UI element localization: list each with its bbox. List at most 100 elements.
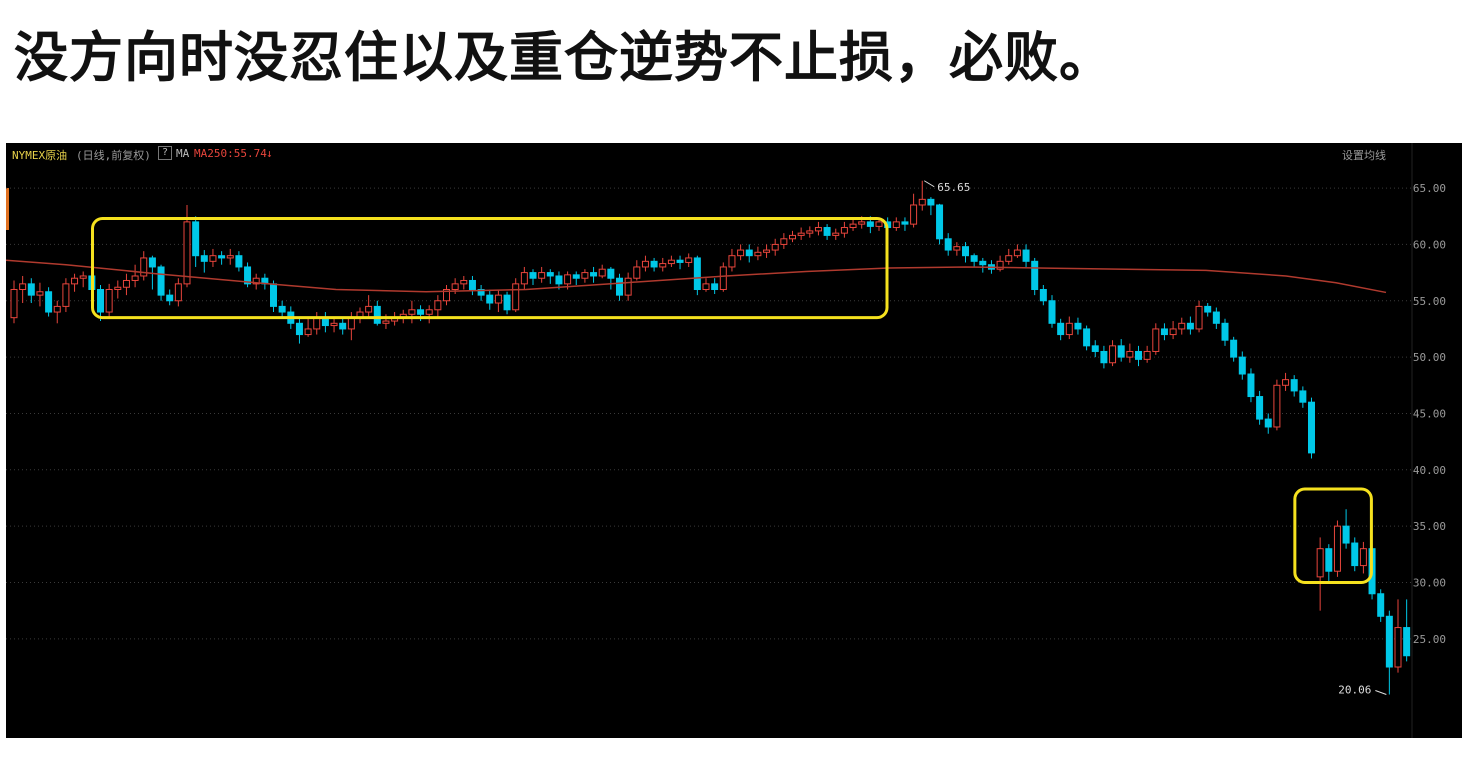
candle-up: [789, 234, 796, 240]
candle-up: [1282, 379, 1290, 386]
candle-up: [737, 249, 745, 257]
candle-down: [529, 272, 537, 279]
y-tick-label: 25.00: [1413, 633, 1446, 646]
candle-down: [546, 272, 554, 277]
candle-up: [114, 286, 122, 290]
candle-up: [79, 275, 87, 279]
y-tick-label: 35.00: [1413, 520, 1446, 533]
candle-down: [1117, 345, 1125, 358]
candle-down: [148, 257, 156, 268]
candle-down: [823, 227, 831, 236]
candle-up: [71, 277, 79, 285]
candle-up: [598, 268, 606, 277]
y-tick-label: 50.00: [1413, 351, 1446, 364]
candle-down: [1264, 418, 1272, 428]
candle-up: [667, 259, 675, 265]
min-pointer: [1375, 690, 1387, 695]
set-ma-button[interactable]: 设置均线: [1342, 147, 1386, 163]
candle-down: [944, 238, 952, 251]
candle-up: [408, 309, 416, 315]
candle-up: [892, 221, 900, 229]
candle-up: [512, 283, 520, 311]
candle-up: [520, 272, 528, 285]
candle-up: [434, 300, 442, 311]
candle-up: [797, 232, 805, 236]
candle-up: [581, 272, 589, 279]
candle-up: [19, 283, 27, 290]
candle-down: [278, 305, 286, 313]
candle-up: [832, 232, 840, 236]
candle-up: [754, 251, 762, 257]
help-icon[interactable]: ?: [158, 146, 173, 160]
candle-down: [97, 288, 104, 313]
candle-up: [685, 257, 693, 263]
candle-down: [468, 279, 476, 290]
candle-up: [728, 255, 736, 268]
candle-up: [53, 305, 61, 313]
candle-down: [1204, 305, 1212, 313]
candle-up: [122, 279, 130, 288]
period-mode-label[interactable]: (日线,前复权): [76, 147, 151, 163]
candle-down: [1403, 627, 1411, 657]
candle-up: [702, 283, 710, 290]
candle-up: [1273, 384, 1281, 428]
candle-up: [1359, 548, 1367, 567]
candle-up: [382, 320, 390, 324]
candle-up: [174, 283, 182, 302]
candle-down: [339, 322, 347, 330]
candle-up: [806, 230, 814, 234]
candle-up: [1169, 328, 1177, 336]
candle-down: [373, 305, 381, 324]
ma250-value: MA250:55.74: [194, 147, 267, 160]
candle-down: [200, 255, 208, 262]
candle-down: [590, 272, 598, 277]
candle-down: [1212, 311, 1220, 324]
indicator-status-bar: [6, 738, 1462, 760]
candle-down: [192, 221, 200, 257]
candle-down: [607, 268, 615, 279]
candle-down: [1091, 345, 1099, 352]
candle-up: [633, 266, 641, 279]
candle-up: [1394, 627, 1402, 668]
y-tick-label: 30.00: [1413, 576, 1446, 589]
candle-down: [45, 291, 53, 313]
candle-down: [1377, 593, 1385, 617]
candle-up: [1195, 305, 1203, 330]
candle-down: [1308, 401, 1315, 454]
candle-up: [209, 255, 217, 262]
candle-down: [1186, 322, 1194, 330]
panel-accent-marker: [6, 188, 9, 230]
candle-up: [451, 283, 459, 290]
chart-panel[interactable]: 65.00 60.00 55.00 50.00 45.00 40.00 35.00 30.00…: [6, 143, 1462, 738]
candle-up: [840, 227, 848, 234]
candle-up: [624, 277, 632, 296]
candle-down: [962, 246, 969, 257]
candle-down: [1039, 288, 1047, 302]
candle-down: [745, 249, 753, 257]
candle-down: [693, 257, 701, 290]
candle-up: [1126, 350, 1134, 358]
candle-down: [1160, 328, 1168, 336]
candle-down: [1221, 322, 1229, 341]
candle-up: [910, 204, 918, 225]
candle-up: [131, 275, 139, 281]
candle-up: [1005, 255, 1013, 262]
max-price-label: 65.65: [937, 181, 970, 194]
symbol-label[interactable]: NYMEX原油: [12, 147, 67, 163]
candle-down: [270, 283, 277, 307]
min-price-label: 20.06: [1338, 684, 1371, 697]
candle-down: [650, 260, 658, 268]
candle-down: [157, 266, 165, 296]
candle-down: [166, 294, 174, 302]
candlestick-plot[interactable]: 65.00 60.00 55.00 50.00 45.00 40.00 35.00 30.00…: [6, 143, 1462, 738]
y-tick-label: 55.00: [1413, 295, 1446, 308]
candle-down: [417, 309, 425, 315]
candle-down: [616, 277, 623, 296]
candle-down: [1290, 379, 1298, 392]
candle-up: [460, 279, 468, 285]
candle-up: [1152, 328, 1160, 352]
candle-up: [641, 260, 649, 268]
candle-up: [659, 263, 667, 268]
candle-up: [36, 291, 44, 296]
down-arrow-icon: ↓: [266, 147, 273, 160]
